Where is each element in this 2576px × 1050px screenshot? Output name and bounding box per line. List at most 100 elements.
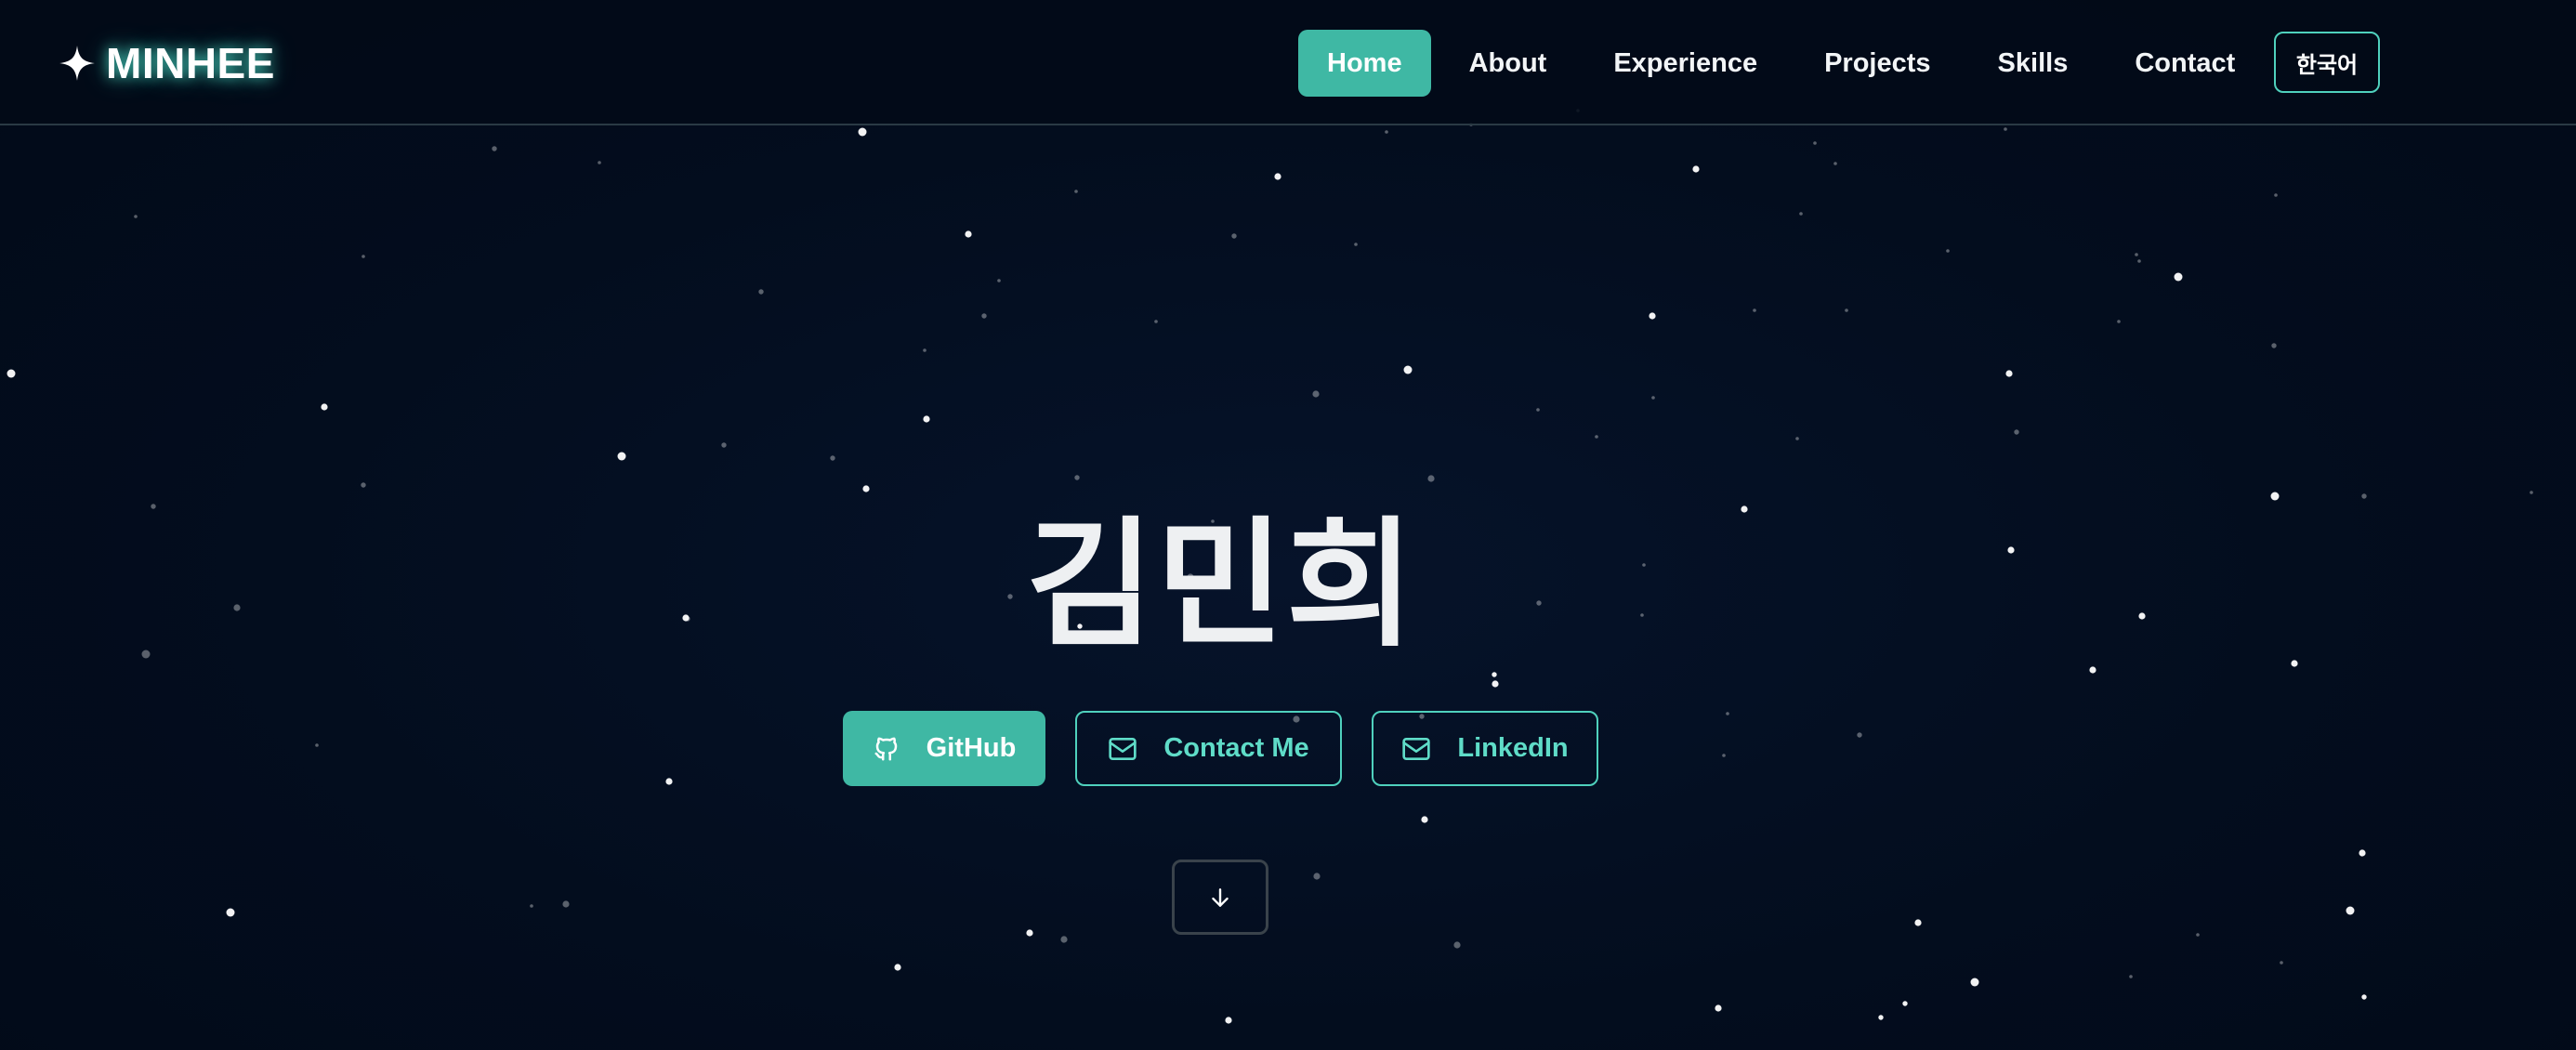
mail-icon <box>1402 737 1431 760</box>
nav-item-experience[interactable]: Experience <box>1584 30 1786 97</box>
star <box>1536 408 1540 412</box>
star <box>361 482 366 488</box>
star <box>598 161 601 164</box>
nav-item-skills[interactable]: Skills <box>1969 30 2097 97</box>
github-icon <box>874 737 897 760</box>
star <box>923 415 930 423</box>
star <box>1726 712 1729 715</box>
star <box>1878 1015 1884 1020</box>
star <box>1722 754 1726 757</box>
main-nav: Home About Experience Projects Skills Co… <box>1298 30 2273 97</box>
star <box>1231 233 1237 239</box>
star <box>2135 253 2138 256</box>
star <box>1813 141 1817 145</box>
star <box>1799 212 1803 216</box>
star <box>1074 475 1080 480</box>
site-logo[interactable]: MINHEE <box>58 35 275 91</box>
star <box>2361 994 2367 1000</box>
star <box>830 455 835 461</box>
star <box>2346 906 2355 915</box>
star <box>1154 320 1158 323</box>
star <box>1492 680 1499 688</box>
star <box>1970 978 1979 987</box>
star <box>2129 975 2133 978</box>
star <box>1274 173 1281 180</box>
star <box>1421 816 1428 823</box>
star <box>2004 127 2007 131</box>
star <box>1649 312 1656 320</box>
star <box>2005 370 2013 377</box>
star <box>2274 193 2278 197</box>
portfolio-page: MINHEE Home About Experience Projects Sk… <box>0 0 2576 1050</box>
star <box>1403 365 1413 374</box>
star <box>2174 272 2183 282</box>
nav-item-home[interactable]: Home <box>1298 30 1431 97</box>
star <box>2270 492 2280 501</box>
star <box>894 964 901 971</box>
star <box>134 215 138 218</box>
star <box>2117 320 2121 323</box>
star <box>758 289 764 295</box>
nav-item-contact[interactable]: Contact <box>2106 30 2264 97</box>
star <box>1060 936 1068 943</box>
sparkle-icon <box>59 46 95 81</box>
top-navbar: MINHEE Home About Experience Projects Sk… <box>0 0 2576 125</box>
linkedin-button[interactable]: LinkedIn <box>1372 711 1598 786</box>
github-button-label: GitHub <box>926 733 1017 763</box>
star <box>923 348 927 352</box>
arrow-down-icon <box>1212 887 1229 907</box>
star <box>1692 165 1700 173</box>
star <box>1385 130 1388 134</box>
scroll-down-button[interactable] <box>1172 860 1268 935</box>
star <box>315 743 319 747</box>
star <box>1715 1004 1722 1012</box>
star <box>1453 941 1461 949</box>
star <box>2196 933 2200 937</box>
star <box>2137 259 2141 263</box>
star <box>1354 243 1358 246</box>
star <box>321 403 328 411</box>
nav-item-about[interactable]: About <box>1440 30 1576 97</box>
star <box>1651 396 1655 400</box>
star <box>1914 919 1922 926</box>
star <box>1427 475 1435 482</box>
hero-name: 김민희 <box>1025 505 1416 666</box>
star <box>2361 493 2367 499</box>
contact-me-button-label: Contact Me <box>1163 733 1309 763</box>
star <box>1833 162 1837 165</box>
star <box>1946 249 1950 253</box>
star <box>1312 390 1320 398</box>
star <box>1795 437 1799 440</box>
star <box>721 442 727 448</box>
star <box>226 908 235 917</box>
star <box>2089 666 2096 674</box>
linkedin-button-label: LinkedIn <box>1457 733 1569 763</box>
star <box>2530 491 2533 494</box>
star <box>2359 849 2366 857</box>
star <box>2271 343 2277 348</box>
star <box>1753 308 1756 312</box>
star <box>562 900 570 908</box>
star <box>862 485 870 492</box>
language-toggle-button[interactable]: 한국어 <box>2274 32 2380 93</box>
star <box>361 255 365 258</box>
star <box>617 452 626 461</box>
star <box>1902 1001 1908 1006</box>
nav-item-projects[interactable]: Projects <box>1795 30 1959 97</box>
star <box>1225 1017 1232 1024</box>
star <box>1845 308 1848 312</box>
star <box>2014 429 2019 435</box>
contact-me-button[interactable]: Contact Me <box>1075 711 1342 786</box>
star <box>858 127 867 137</box>
star <box>1026 929 1033 937</box>
star <box>530 904 533 908</box>
github-button[interactable]: GitHub <box>843 711 1045 786</box>
star <box>2280 961 2283 965</box>
star <box>492 146 497 151</box>
mail-icon <box>1109 737 1137 760</box>
star <box>965 230 972 238</box>
star <box>7 369 16 378</box>
star <box>1857 732 1862 738</box>
star <box>1313 873 1321 880</box>
star <box>665 778 673 785</box>
